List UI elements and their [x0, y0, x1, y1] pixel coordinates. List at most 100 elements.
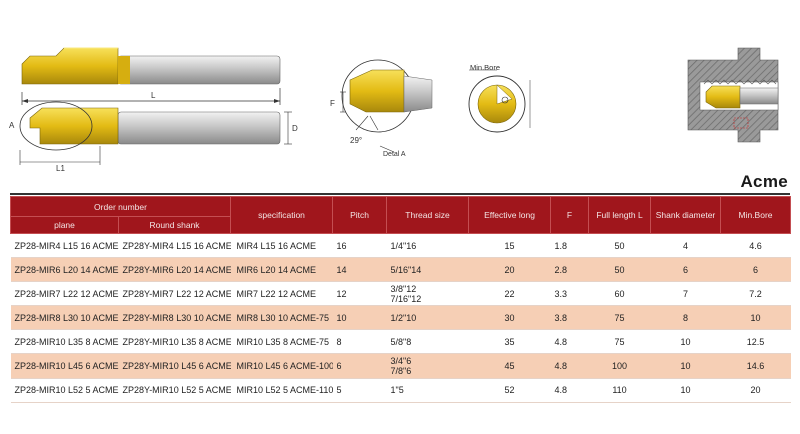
table-row: ZP28-MIR8 L30 10 ACME ZP28Y-MIR8 L30 10 …: [10, 305, 791, 331]
f-cell: 4.8: [550, 378, 589, 403]
thread-size-line: 5/8"8: [390, 336, 412, 347]
pitch-cell: 10: [332, 305, 387, 331]
f-cell: 3.3: [550, 281, 589, 307]
min-bore-cell: 12.5: [720, 329, 791, 355]
specification-cell: MIR10 L45 6 ACME-100: [230, 353, 333, 379]
tool-plane-drawing: L: [21, 47, 281, 105]
f-cell: 4.8: [550, 353, 589, 379]
min-bore-cell: 14.6: [720, 353, 791, 379]
f-cell: 3.8: [550, 305, 589, 331]
specification-header: specification: [230, 196, 334, 234]
shank-diameter-cell: 10: [650, 329, 721, 355]
specification-cell: MIR7 L22 12 ACME: [230, 281, 333, 307]
plane-cell: ZP28-MIR10 L35 8 ACME: [10, 329, 119, 355]
tool-round-drawing: D A L1: [9, 101, 298, 173]
pitch-header: Pitch: [332, 196, 388, 234]
thread-size-line: 7/8"6: [390, 366, 412, 377]
thread-size-line: 1/4"16: [390, 240, 417, 251]
round-shank-cell: ZP28Y-MIR6 L20 14 ACME: [118, 257, 231, 283]
thread-size-cell: 1"5: [386, 378, 469, 403]
specification-cell: MIR6 L20 14 ACME: [230, 257, 333, 283]
min-bore-cell: 4.6: [720, 233, 791, 259]
full-length-cell: 50: [588, 233, 651, 259]
table-row: ZP28-MIR10 L45 6 ACME ZP28Y-MIR10 L45 6 …: [10, 353, 791, 379]
full-length-cell: 50: [588, 257, 651, 283]
full-length-cell: 110: [588, 378, 651, 403]
specification-cell: MIR10 L35 8 ACME-75: [230, 329, 333, 355]
table-row: ZP28-MIR10 L35 8 ACME ZP28Y-MIR10 L35 8 …: [10, 329, 791, 355]
thread-size-line: 1/2"10: [390, 312, 417, 323]
thread-size-cell: 1/4"16: [386, 233, 469, 259]
min-bore-cell: 6: [720, 257, 791, 283]
f-cell: 1.8: [550, 233, 589, 259]
dimension-L-label: L: [151, 91, 156, 100]
shank-diameter-cell: 8: [650, 305, 721, 331]
plane-header: plane: [10, 216, 119, 234]
order-number-header: Order number: [9, 196, 232, 217]
effective-long-cell: 22: [468, 281, 551, 307]
detail-a-drawing: F 29° Detal A: [330, 59, 433, 158]
table-row: ZP28-MIR7 L22 12 ACME ZP28Y-MIR7 L22 12 …: [10, 281, 791, 307]
dimension-L1-label: L1: [56, 164, 65, 173]
pitch-cell: 12: [332, 281, 387, 307]
f-cell: 2.8: [550, 257, 589, 283]
pitch-cell: 14: [332, 257, 387, 283]
dimension-D-label: D: [292, 124, 298, 133]
page-title: Acme: [740, 172, 788, 191]
thread-size-cell: 5/8"8: [386, 329, 469, 355]
pitch-cell: 8: [332, 329, 387, 355]
f-cell: 4.8: [550, 329, 589, 355]
effective-long-cell: 30: [468, 305, 551, 331]
thread-size-line: 5/16"14: [390, 264, 422, 275]
shank-diameter-cell: 10: [650, 378, 721, 403]
full-length-cell: 75: [588, 329, 651, 355]
thread-size-cell: 1/2"10: [386, 305, 469, 331]
effective-long-header: Effective long: [468, 196, 552, 234]
f-header: F: [550, 196, 590, 234]
shank-diameter-cell: 4: [650, 233, 721, 259]
plane-cell: ZP28-MIR4 L15 16 ACME: [10, 233, 119, 259]
cross-section-drawing: [687, 47, 779, 143]
min-bore-cell: 20: [720, 378, 791, 403]
plane-cell: ZP28-MIR10 L45 6 ACME: [10, 353, 119, 379]
title-rule: [10, 193, 790, 195]
shank-diameter-cell: 10: [650, 353, 721, 379]
thread-size-line: 7/16"12: [390, 293, 422, 304]
full-length-cell: 100: [588, 353, 651, 379]
thread-size-line: 3/4"6: [390, 356, 412, 367]
detail-A-marker: A: [9, 121, 15, 130]
thread-size-cell: 3/8"12 7/16"12: [386, 281, 469, 307]
round-shank-cell: ZP28Y-MIR10 L52 5 ACME: [118, 378, 231, 403]
shank-diameter-header: Shank diameter: [650, 196, 722, 234]
effective-long-cell: 45: [468, 353, 551, 379]
effective-long-cell: 35: [468, 329, 551, 355]
tool-drawings: L D A L1 F 29° Detal A Min.Bore: [9, 47, 779, 173]
effective-long-cell: 52: [468, 378, 551, 403]
specification-cell: MIR8 L30 10 ACME-75: [230, 305, 333, 331]
min-bore-cell: 10: [720, 305, 791, 331]
round-shank-cell: ZP28Y-MIR8 L30 10 ACME: [118, 305, 231, 331]
shank-diameter-cell: 7: [650, 281, 721, 307]
min-bore-label: Min.Bore: [470, 63, 500, 72]
pitch-cell: 6: [332, 353, 387, 379]
round-shank-cell: ZP28Y-MIR10 L45 6 ACME: [118, 353, 231, 379]
thread-size-cell: 5/16"14: [386, 257, 469, 283]
full-length-header: Full length L: [588, 196, 652, 234]
specification-cell: MIR10 L52 5 ACME-110: [230, 378, 333, 403]
dimension-F-label: F: [330, 99, 335, 108]
plane-cell: ZP28-MIR8 L30 10 ACME: [10, 305, 119, 331]
thread-size-line: 1"5: [390, 385, 404, 396]
full-length-cell: 60: [588, 281, 651, 307]
spec-table: Order number specification Pitch Thread …: [9, 196, 792, 403]
min-bore-drawing: Min.Bore: [468, 63, 531, 133]
table-row: ZP28-MIR10 L52 5 ACME ZP28Y-MIR10 L52 5 …: [10, 378, 791, 403]
min-bore-cell: 7.2: [720, 281, 791, 307]
min-bore-header: Min.Bore: [720, 196, 792, 234]
round-shank-cell: ZP28Y-MIR7 L22 12 ACME: [118, 281, 231, 307]
plane-cell: ZP28-MIR7 L22 12 ACME: [10, 281, 119, 307]
thread-size-line: 3/8"12: [390, 283, 417, 294]
effective-long-cell: 20: [468, 257, 551, 283]
angle-label: 29°: [350, 136, 362, 145]
specification-cell: MIR4 L15 16 ACME: [230, 233, 333, 259]
detail-caption: Detal A: [383, 151, 406, 158]
